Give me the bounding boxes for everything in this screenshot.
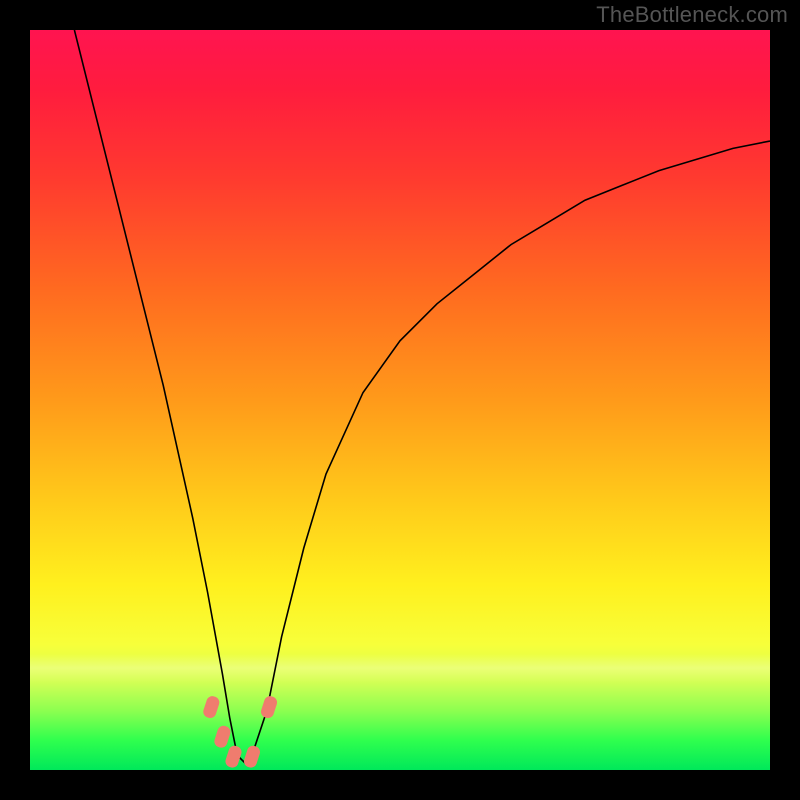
marker-min-left	[224, 744, 243, 769]
watermark-text: TheBottleneck.com	[596, 2, 788, 28]
marker-min-right	[242, 744, 261, 769]
plot-area	[30, 30, 770, 770]
bottleneck-curve	[74, 30, 770, 763]
chart-frame: TheBottleneck.com	[0, 0, 800, 800]
marker-left-upper	[202, 695, 221, 720]
marker-left-lower	[213, 724, 232, 749]
curve-layer	[30, 30, 770, 770]
marker-right-upper	[259, 695, 278, 720]
